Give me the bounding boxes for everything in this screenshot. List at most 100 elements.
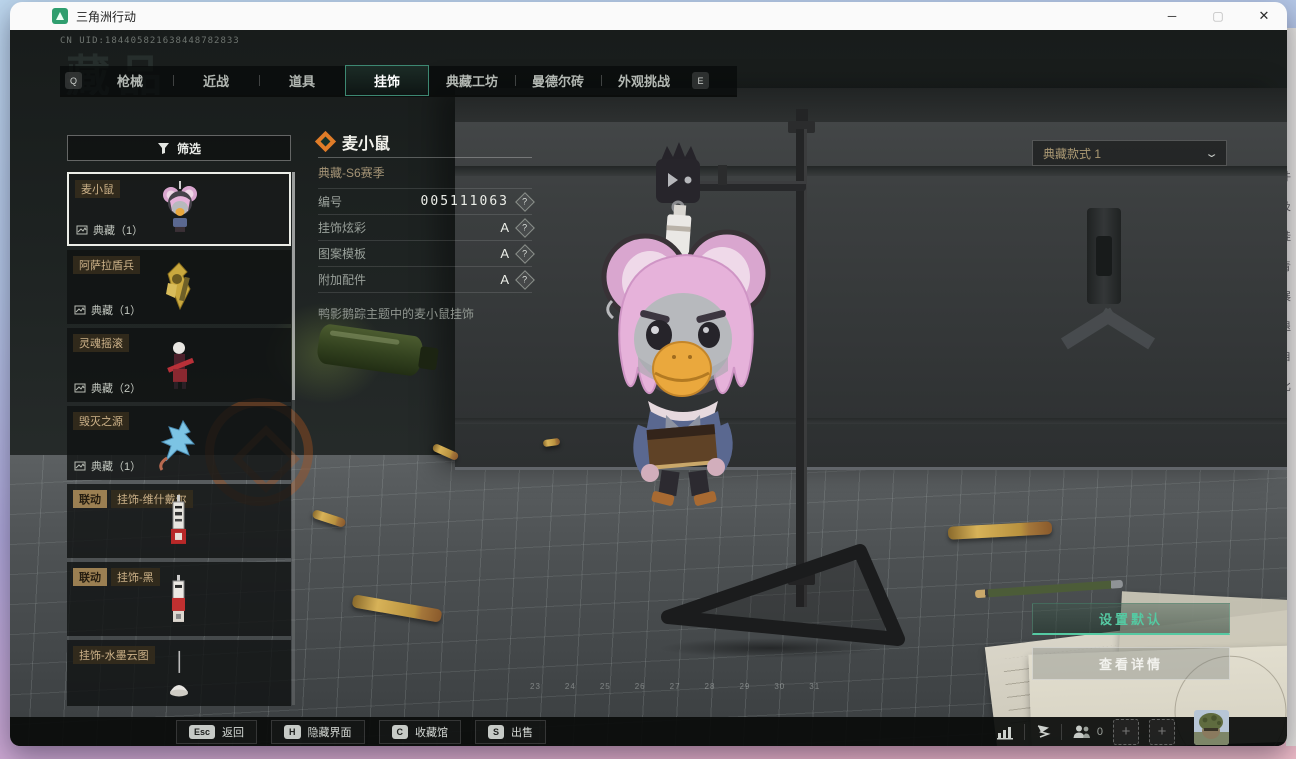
detail-row-value: A xyxy=(500,220,509,235)
hotkey-返回[interactable]: Esc 返回 xyxy=(176,719,258,744)
detail-row-label: 挂饰炫彩 xyxy=(318,221,367,235)
detail-row-value: 005111063 xyxy=(420,194,509,209)
ruler-number: 31 xyxy=(809,682,821,691)
window-titlebar: 三角洲行动 ─ ▢ ✕ xyxy=(10,2,1287,30)
key-badge: H xyxy=(284,724,301,739)
window-title: 三角洲行动 xyxy=(76,9,137,24)
hotkey-出售[interactable]: S 出售 xyxy=(475,719,547,744)
background-window-sliver: 件及挂青展退自比 xyxy=(1286,28,1296,746)
ruler-number: 29 xyxy=(739,682,751,691)
set-default-button[interactable]: 设置默认 xyxy=(1032,603,1230,635)
list-scrollbar[interactable] xyxy=(292,172,295,705)
flag-icon[interactable] xyxy=(1035,724,1051,740)
app-logo-icon xyxy=(52,8,68,24)
style-dropdown[interactable]: 典藏款式 1 ⌄ xyxy=(1032,140,1227,166)
hotkey-label: 收藏馆 xyxy=(415,726,449,739)
charm-3d-render[interactable] xyxy=(560,105,940,665)
charm-thumbnail xyxy=(149,337,209,398)
collab-badge: 联动 xyxy=(73,490,107,508)
collection-count: 典藏（1） xyxy=(91,461,142,473)
player-avatar[interactable] xyxy=(1194,710,1229,745)
detail-row: 挂饰炫彩 A ? xyxy=(318,215,535,241)
rarity-diamond-icon xyxy=(314,130,337,153)
charm-card-挂饰-维什戴尔[interactable]: 联动 挂饰-维什戴尔 xyxy=(67,484,291,558)
chevron-down-icon: ⌄ xyxy=(1204,147,1219,160)
stats-chart-icon[interactable] xyxy=(996,724,1014,740)
help-icon[interactable]: ? xyxy=(515,243,535,264)
people-icon xyxy=(1073,725,1090,738)
squad-slot-add[interactable]: + xyxy=(1149,718,1175,745)
detail-panel: 麦小鼠 典藏-S6赛季 编号 005111063 ? 挂饰炫彩 A ? 图案模板… xyxy=(314,126,535,322)
detail-row-value: A xyxy=(500,272,509,287)
detail-row: 附加配件 A ? xyxy=(318,267,535,293)
detail-row-label: 附加配件 xyxy=(318,273,367,287)
key-badge: C xyxy=(391,724,409,739)
squad-count: 0 xyxy=(1096,725,1103,738)
charm-thumbnail xyxy=(149,571,209,632)
case-chevron-mark xyxy=(1060,296,1156,356)
tab-近战[interactable]: 近战 xyxy=(173,65,259,96)
charm-title: 麦小鼠 xyxy=(342,135,391,153)
tab-prev-key[interactable]: Q xyxy=(65,72,82,89)
charm-card-name: 阿萨拉盾兵 xyxy=(73,256,140,274)
app-window: 三角洲行动 ─ ▢ ✕ 23 24 25 26 27 28 29 30 31 C… xyxy=(10,2,1287,746)
collection-count: 典藏（1） xyxy=(93,225,144,237)
hotkey-隐藏界面[interactable]: H 隐藏界面 xyxy=(271,719,365,744)
collection-frame-icon xyxy=(74,461,86,471)
charm-card-name: 毁灭之源 xyxy=(73,412,129,430)
tab-曼德尔砖[interactable]: 曼德尔砖 xyxy=(515,65,601,96)
tab-next-key[interactable]: E xyxy=(692,72,709,89)
minimize-button[interactable]: ─ xyxy=(1149,2,1195,30)
charm-card-挂饰-水墨云图[interactable]: 挂饰-水墨云图 xyxy=(67,640,291,706)
style-dropdown-value: 典藏款式 1 xyxy=(1043,146,1102,161)
charm-card-麦小鼠[interactable]: 麦小鼠 典藏（1） xyxy=(67,172,291,246)
charm-card-name: 挂饰-水墨云图 xyxy=(73,646,155,664)
tab-枪械[interactable]: 枪械 xyxy=(87,65,173,96)
close-button[interactable]: ✕ xyxy=(1241,2,1287,30)
filter-icon xyxy=(157,142,169,154)
charm-card-灵魂摇滚[interactable]: 灵魂摇滚 典藏（2） xyxy=(67,328,291,402)
squad-slot-add[interactable]: + xyxy=(1113,718,1139,745)
hotkey-label: 出售 xyxy=(511,726,534,739)
tab-挂饰[interactable]: 挂饰 xyxy=(345,65,429,96)
charm-card-毁灭之源[interactable]: 毁灭之源 典藏（1） xyxy=(67,406,291,480)
help-icon[interactable]: ? xyxy=(515,217,535,238)
detail-row-value: A xyxy=(500,246,509,261)
view-details-button[interactable]: 查看详情 xyxy=(1032,647,1230,680)
charm-card-阿萨拉盾兵[interactable]: 阿萨拉盾兵 典藏（1） xyxy=(67,250,291,324)
collection-frame-icon xyxy=(74,383,86,393)
uid-text: CN UID:184405821638448782833 xyxy=(60,36,240,46)
collection-count: 典藏（2） xyxy=(91,383,142,395)
tab-典藏工坊[interactable]: 典藏工坊 xyxy=(429,65,515,96)
collab-badge: 联动 xyxy=(73,568,107,586)
collection-frame-icon xyxy=(76,225,88,235)
squad-indicator[interactable]: 0 xyxy=(1072,724,1103,739)
case-latch xyxy=(1087,208,1121,304)
screen: 件及挂青展退自比 三角洲行动 ─ ▢ ✕ xyxy=(0,0,1296,759)
filter-label: 筛选 xyxy=(176,141,201,156)
ruler-number: 25 xyxy=(599,682,611,691)
help-icon[interactable]: ? xyxy=(515,269,535,290)
charm-description: 鸭影鹅踪主题中的麦小鼠挂饰 xyxy=(318,307,475,321)
ruler-number: 24 xyxy=(564,682,576,691)
detail-row: 图案模板 A ? xyxy=(318,241,535,267)
hotkey-label: 隐藏界面 xyxy=(307,726,352,739)
charm-thumbnail xyxy=(149,259,209,320)
maximize-button[interactable]: ▢ xyxy=(1195,2,1241,30)
charm-thumbnail xyxy=(149,415,209,476)
tab-bar: Q 枪械 近战 道具 挂饰 典藏工坊 曼德尔砖 外观挑战 E xyxy=(60,65,737,97)
key-badge: S xyxy=(488,724,505,739)
help-icon[interactable]: ? xyxy=(515,191,535,212)
bottom-bar: Esc 返回 H 隐藏界面 C 收藏馆 S 出售 0 + + xyxy=(10,717,1287,746)
ruler-number: 26 xyxy=(634,682,646,691)
tab-外观挑战[interactable]: 外观挑战 xyxy=(601,65,687,96)
filter-button[interactable]: 筛选 xyxy=(67,135,291,161)
hotkey-收藏馆[interactable]: C 收藏馆 xyxy=(378,719,462,744)
charm-card-挂饰-黑[interactable]: 联动 挂饰-黑 xyxy=(67,562,291,636)
tab-道具[interactable]: 道具 xyxy=(259,65,345,96)
game-viewport[interactable]: 23 24 25 26 27 28 29 30 31 CN UID:184405… xyxy=(10,30,1287,746)
charm-card-name: 灵魂摇滚 xyxy=(73,334,129,352)
charm-thumbnail xyxy=(149,649,209,706)
detail-row-label: 图案模板 xyxy=(318,247,367,261)
ruler-number: 28 xyxy=(704,682,716,691)
